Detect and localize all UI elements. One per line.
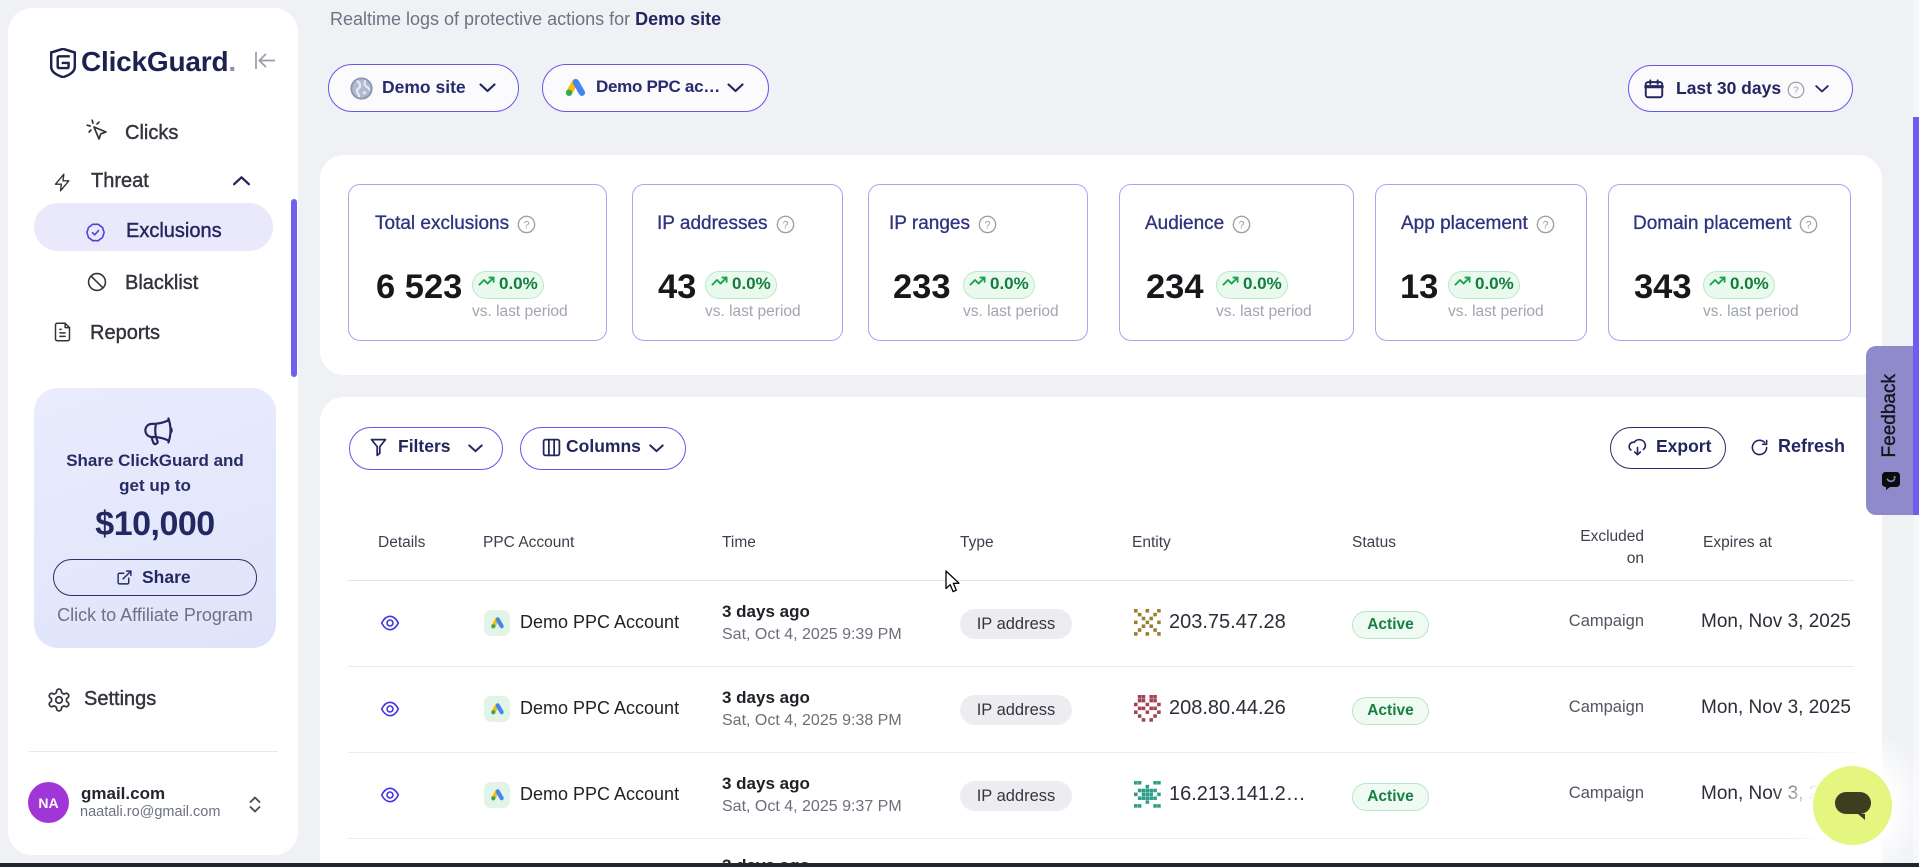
svg-text:?: ? <box>1239 219 1245 231</box>
svg-text:?: ? <box>782 219 788 231</box>
svg-text:?: ? <box>1793 86 1799 97</box>
svg-text:?: ? <box>1542 219 1548 231</box>
svg-text:?: ? <box>1806 219 1812 231</box>
svg-text:?: ? <box>984 219 990 231</box>
svg-text:?: ? <box>524 219 530 231</box>
